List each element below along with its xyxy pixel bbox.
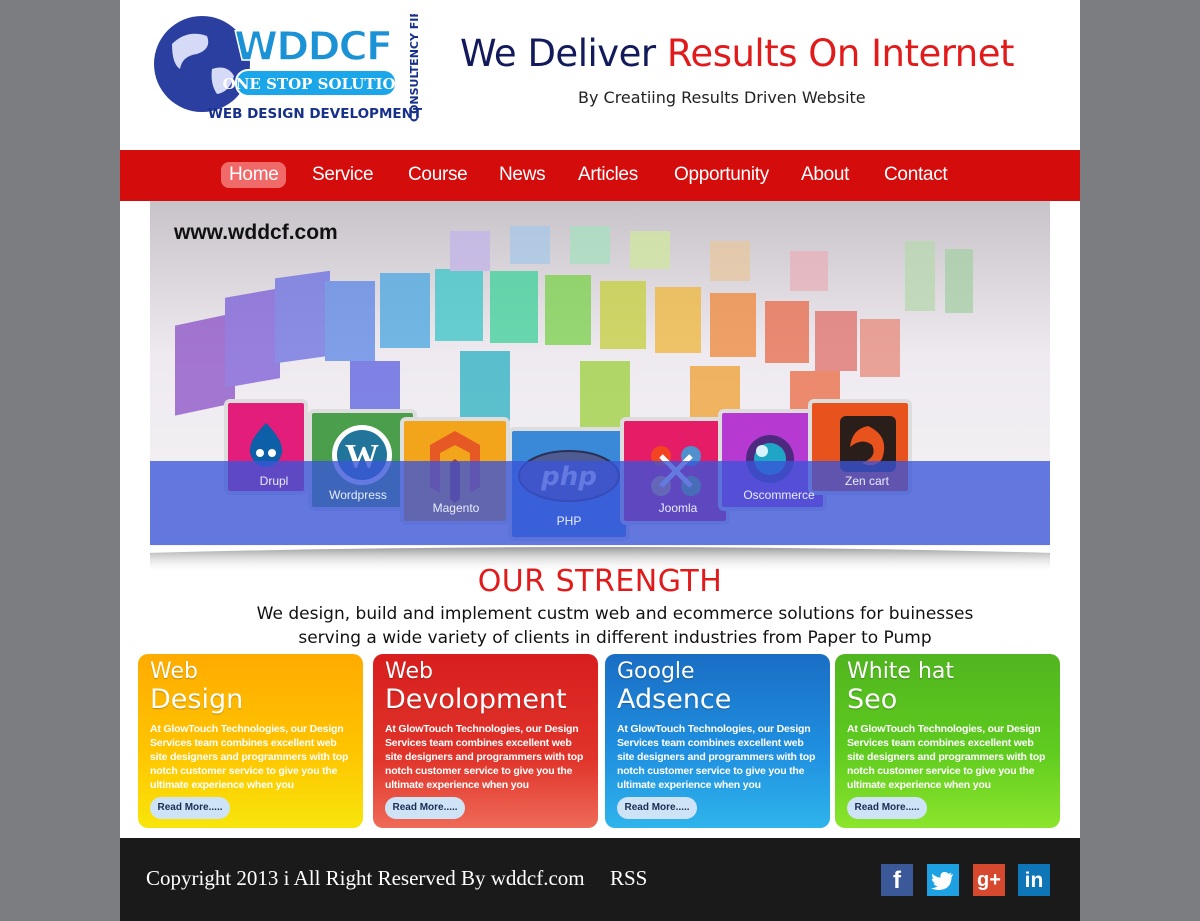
read-more-button[interactable]: Read More..... [385, 797, 465, 819]
rss-link[interactable]: RSS [610, 866, 647, 891]
card-body: At GlowTouch Technologies, our Design Se… [847, 723, 1046, 791]
logo-main: WDDCF [234, 24, 391, 70]
copyright-text: Copyright 2013 i All Right Reserved By w… [146, 866, 585, 890]
card-title-2: Seo [847, 684, 898, 715]
card-body: At GlowTouch Technologies, our Design Se… [150, 723, 349, 791]
headline-part1: We Deliver [460, 32, 667, 75]
site-header: WDDCF ONE STOP SOLUTION WEB DESIGN DEVEL… [120, 0, 1080, 150]
twitter-bird-icon [931, 872, 953, 890]
tile-label-drupal: Drupl [260, 474, 289, 488]
logo-side: CONSULTENCY FIRM [408, 14, 421, 122]
card-title-1: Web [150, 659, 198, 684]
nav-item-opportunity[interactable]: Opportunity [674, 162, 769, 188]
card-title-2: Adsence [617, 684, 732, 715]
headline-part2: Results On Internet [666, 32, 1015, 75]
logo-tagline: ONE STOP SOLUTION [223, 75, 410, 93]
page: WDDCF ONE STOP SOLUTION WEB DESIGN DEVEL… [120, 0, 1080, 921]
banner-url: www.wddcf.com [174, 221, 338, 244]
card-title-2: Design [150, 684, 244, 715]
nav-item-articles[interactable]: Articles [578, 162, 638, 188]
service-card-white-hat-seo: White hat Seo At GlowTouch Technologies,… [835, 654, 1060, 828]
read-more-button[interactable]: Read More..... [847, 797, 927, 819]
strength-line-2: serving a wide variety of clients in dif… [298, 628, 932, 648]
card-title-1: Web [385, 659, 433, 684]
strength-title: OUR STRENGTH [477, 564, 723, 599]
tile-label-wordpress: Wordpress [329, 488, 387, 502]
tile-label-joomla: Joomla [659, 501, 698, 515]
twitter-icon[interactable] [927, 864, 959, 896]
tile-label-magento: Magento [433, 501, 480, 515]
nav-item-home[interactable]: Home [221, 162, 287, 188]
linkedin-icon[interactable]: in [1018, 864, 1050, 896]
nav-item-news[interactable]: News [499, 162, 546, 188]
read-more-button[interactable]: Read More..... [150, 797, 230, 819]
service-card-google-adsence: Google Adsence At GlowTouch Technologies… [605, 654, 830, 828]
tile-label-oscommerce: Oscommerce [743, 488, 815, 502]
strength-description: We design, build and implement custm web… [120, 602, 1110, 650]
google-plus-icon[interactable]: g+ [973, 864, 1005, 896]
strength-line-1: We design, build and implement custm web… [256, 604, 974, 624]
subline: By Creatiing Results Driven Website [578, 88, 866, 107]
banner-artwork: W php [144, 201, 1056, 573]
read-more-button[interactable]: Read More..... [617, 797, 697, 819]
site-logo[interactable]: WDDCF ONE STOP SOLUTION WEB DESIGN DEVEL… [152, 14, 424, 124]
card-body: At GlowTouch Technologies, our Design Se… [385, 723, 584, 791]
nav-item-about[interactable]: About [801, 162, 849, 188]
card-title-2: Devolopment [385, 684, 567, 715]
card-body: At GlowTouch Technologies, our Design Se… [617, 723, 816, 791]
logo-sub: WEB DESIGN DEVELOPMENT [208, 106, 423, 122]
headline: We Deliver Results On Internet [460, 32, 1015, 75]
service-card-web-design: Web Design At GlowTouch Technologies, ou… [138, 654, 363, 828]
nav-item-service[interactable]: Service [312, 162, 374, 188]
hero-banner: W php [144, 201, 1056, 573]
card-title-1: White hat [847, 659, 955, 684]
card-title-1: Google [617, 659, 695, 684]
site-footer: Copyright 2013 i All Right Reserved By w… [120, 838, 1080, 921]
tile-label-zencart: Zen cart [845, 474, 890, 488]
nav-item-course[interactable]: Course [408, 162, 468, 188]
main-nav: Home Service Course News Articles Opport… [120, 150, 1080, 201]
service-card-web-development: Web Devolopment At GlowTouch Technologie… [373, 654, 598, 828]
facebook-icon[interactable]: f [881, 864, 913, 896]
nav-item-contact[interactable]: Contact [884, 162, 948, 188]
tile-label-php: PHP [557, 514, 582, 528]
